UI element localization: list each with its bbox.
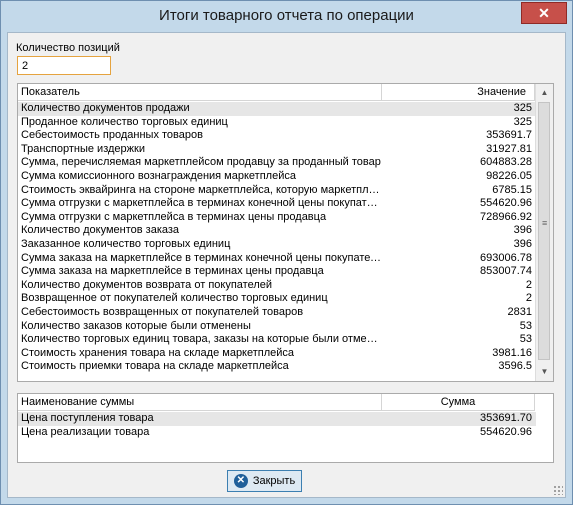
table-row[interactable]: Количество документов продажи 325	[18, 102, 536, 116]
row-value-cell: 53	[519, 333, 532, 346]
row-name-cell: Стоимость приемки товара на складе марке…	[21, 360, 289, 373]
report-window: Итоги товарного отчета по операции ✕ Кол…	[0, 0, 573, 505]
row-name-cell: Транспортные издержки	[21, 142, 145, 155]
row-value-cell: 853007.74	[480, 265, 532, 278]
row-name-cell: Себестоимость проданных товаров	[21, 129, 203, 142]
row-name-cell: Стоимость хранения товара на складе марк…	[21, 346, 295, 359]
row-value-cell: 6785.15	[492, 183, 532, 196]
row-value-cell: 325	[513, 115, 532, 128]
close-button[interactable]: ✕ Закрыть	[227, 470, 302, 492]
client-area: Количество позиций Показатель Значение К…	[7, 32, 566, 498]
table-row[interactable]: Количество заказов которые были отменены…	[18, 320, 536, 334]
count-input[interactable]	[17, 56, 111, 75]
row-name-cell: Сумма отгрузки с маркетплейса в терминах…	[21, 210, 327, 223]
row-value-cell: 396	[513, 237, 532, 250]
table-row[interactable]: Количество торговых единиц товара, заказ…	[18, 333, 536, 347]
table-row[interactable]: Сумма отгрузки с маркетплейса в терминах…	[18, 211, 536, 225]
row-name-cell: Возвращенное от покупателей количество т…	[21, 292, 328, 305]
indicators-scrollbar[interactable]: ▲ ≡ ▼	[535, 84, 553, 381]
count-label: Количество позиций	[16, 42, 120, 54]
row-name-cell: Проданное количество торговых единиц	[21, 115, 228, 128]
row-name-cell: Сумма комиссионного вознаграждения марке…	[21, 169, 296, 182]
table-row[interactable]: Сумма заказа на маркетплейсе в терминах …	[18, 265, 536, 279]
title-bar[interactable]: Итоги товарного отчета по операции ✕	[1, 1, 572, 31]
row-name-cell: Себестоимость возвращенных от покупателе…	[21, 305, 304, 318]
row-value-cell: 53	[519, 319, 532, 332]
row-value-cell: 3596.5	[498, 360, 532, 373]
table-row[interactable]: Заказанное количество торговых единиц 396	[18, 238, 536, 252]
resize-grip-icon[interactable]	[553, 485, 563, 495]
column-header-sum[interactable]: Сумма	[382, 394, 535, 410]
row-name-cell: Заказанное количество торговых единиц	[21, 237, 231, 250]
table-row[interactable]: Сумма комиссионного вознаграждения марке…	[18, 170, 536, 184]
close-icon: ✕	[538, 5, 550, 21]
column-header-sum-name[interactable]: Наименование суммы	[18, 394, 382, 410]
row-value-cell: 353691.7	[486, 129, 532, 142]
row-name-cell: Цена поступления товара	[21, 412, 154, 424]
sums-table[interactable]: Наименование суммы Сумма Цена поступлени…	[17, 393, 554, 463]
table-row[interactable]: Себестоимость проданных товаров 353691.7	[18, 129, 536, 143]
row-name-cell: Стоимость эквайринга на стороне маркетпл…	[21, 183, 382, 196]
row-name-cell: Сумма заказа на маркетплейсе в терминах …	[21, 251, 382, 264]
row-value-cell: 604883.28	[480, 156, 532, 169]
row-name-cell: Цена реализации товара	[21, 425, 150, 438]
column-header-indicator[interactable]: Показатель	[18, 84, 382, 100]
row-value-cell: 3981.16	[492, 346, 532, 359]
window-title: Итоги товарного отчета по операции	[159, 7, 414, 24]
indicators-table[interactable]: Показатель Значение Количество документо…	[17, 83, 554, 382]
table-row[interactable]: Стоимость хранения товара на складе марк…	[18, 347, 536, 361]
scroll-up-arrow-icon[interactable]: ▲	[538, 86, 551, 99]
scroll-thumb[interactable]: ≡	[538, 102, 550, 360]
row-value-cell: 693006.78	[480, 251, 532, 264]
scroll-grip-icon: ≡	[542, 218, 548, 228]
sums-table-header: Наименование суммы Сумма	[18, 394, 535, 411]
table-row[interactable]: Транспортные издержки 31927.81	[18, 143, 536, 157]
row-value-cell: 2	[525, 292, 532, 305]
row-value-cell: 353691.70	[480, 412, 532, 424]
row-name-cell: Сумма отгрузки с маркетплейса в терминах…	[21, 197, 382, 210]
table-row[interactable]: Сумма отгрузки с маркетплейса в терминах…	[18, 197, 536, 211]
row-name-cell: Сумма, перечисляемая маркетплейсом прода…	[21, 156, 381, 169]
table-row[interactable]: Себестоимость возвращенных от покупателе…	[18, 306, 536, 320]
scroll-down-arrow-icon[interactable]: ▼	[538, 365, 551, 378]
row-value-cell: 31927.81	[486, 142, 532, 155]
row-value-cell: 2	[525, 278, 532, 291]
row-name-cell: Сумма заказа на маркетплейсе в терминах …	[21, 265, 324, 278]
table-row[interactable]: Цена поступления товара 353691.70	[18, 412, 536, 426]
row-value-cell: 554620.96	[480, 197, 532, 210]
row-value-cell: 396	[513, 224, 532, 237]
sums-rows: Цена поступления товара 353691.70 Цена реа…	[18, 412, 536, 439]
table-row[interactable]: Стоимость приемки товара на складе марке…	[18, 360, 536, 374]
table-row[interactable]: Проданное количество торговых единиц 325	[18, 116, 536, 130]
column-header-value[interactable]: Значение	[382, 84, 535, 100]
close-circle-icon: ✕	[233, 474, 248, 488]
row-name-cell: Количество документов продажи	[21, 102, 190, 114]
row-name-cell: Количество документов заказа	[21, 224, 180, 237]
table-row[interactable]: Количество документов возврата от покупа…	[18, 279, 536, 293]
row-value-cell: 98226.05	[486, 169, 532, 182]
row-name-cell: Количество заказов которые были отменены	[21, 319, 251, 332]
row-value-cell: 728966.92	[480, 210, 532, 223]
row-value-cell: 2831	[507, 305, 532, 318]
table-row[interactable]: Цена реализации товара 554620.96	[18, 426, 536, 440]
table-row[interactable]: Стоимость эквайринга на стороне маркетпл…	[18, 184, 536, 198]
row-value-cell: 554620.96	[480, 425, 532, 438]
table-row[interactable]: Сумма, перечисляемая маркетплейсом прода…	[18, 156, 536, 170]
table-row[interactable]: Возвращенное от покупателей количество т…	[18, 292, 536, 306]
indicators-table-header: Показатель Значение	[18, 84, 535, 101]
table-row[interactable]: Сумма заказа на маркетплейсе в терминах …	[18, 252, 536, 266]
window-close-button[interactable]: ✕	[521, 2, 567, 24]
row-name-cell: Количество торговых единиц товара, заказ…	[21, 333, 382, 346]
row-value-cell: 325	[513, 102, 532, 114]
indicators-rows: Количество документов продажи 325 Проданно…	[18, 102, 536, 374]
table-row[interactable]: Количество документов заказа 396	[18, 224, 536, 238]
row-name-cell: Количество документов возврата от покупа…	[21, 278, 273, 291]
close-button-label: Закрыть	[252, 475, 296, 487]
